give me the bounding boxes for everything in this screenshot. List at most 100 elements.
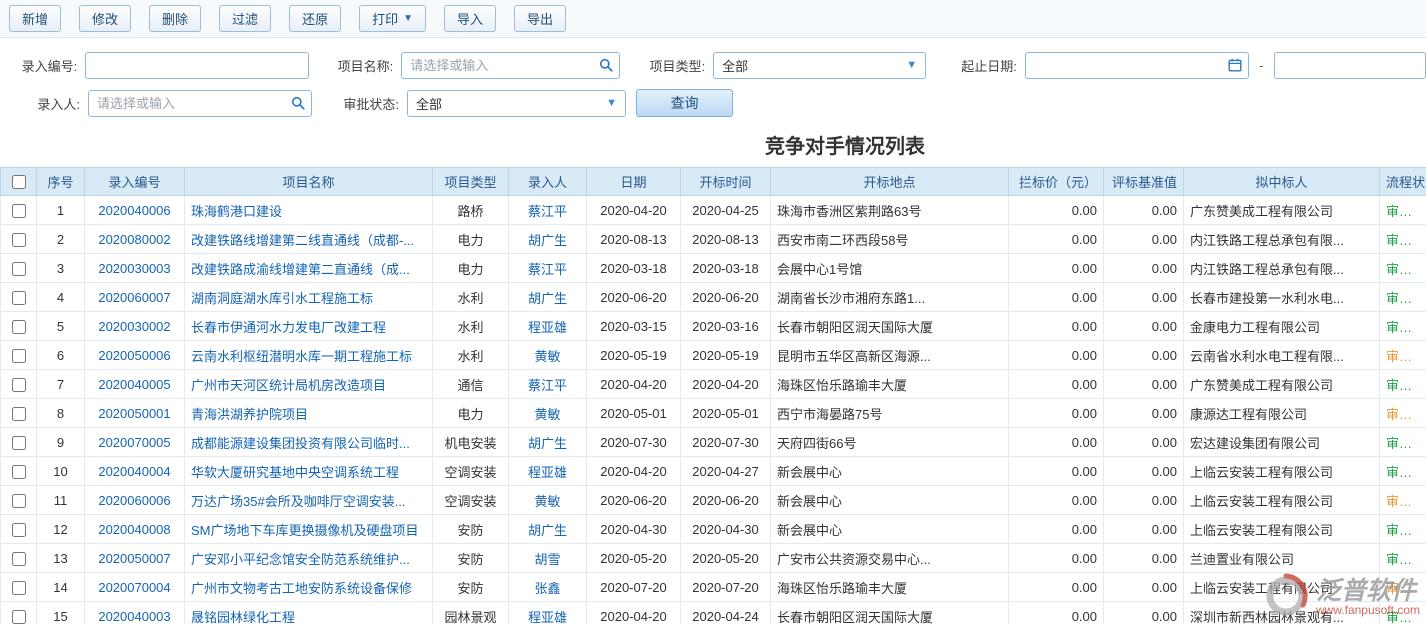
- project_name-link[interactable]: 广州市文物考古工地安防系统设备保修: [185, 573, 433, 602]
- search-icon[interactable]: [291, 96, 305, 110]
- row-checkbox[interactable]: [12, 494, 26, 508]
- proposed_winner-cell: 长春市建投第一水利水电...: [1184, 283, 1380, 312]
- entry_no-link[interactable]: 2020040006: [85, 196, 185, 225]
- row-checkbox[interactable]: [12, 610, 26, 624]
- entry_no-link[interactable]: 2020040005: [85, 370, 185, 399]
- row-checkbox[interactable]: [12, 436, 26, 450]
- project_name-link[interactable]: 万达广场35#会所及咖啡厅空调安装...: [185, 486, 433, 515]
- entry_person-link[interactable]: 程亚雄: [509, 312, 587, 341]
- row-checkbox[interactable]: [12, 204, 26, 218]
- date-start-input[interactable]: [1025, 52, 1249, 79]
- calendar-icon[interactable]: [1228, 58, 1242, 72]
- project_name-link[interactable]: 珠海鹤港口建设: [185, 196, 433, 225]
- row-checkbox-cell: [1, 370, 37, 399]
- entry_person-link[interactable]: 程亚雄: [509, 602, 587, 624]
- entry_no-link[interactable]: 2020070005: [85, 428, 185, 457]
- entry_person-link[interactable]: 胡雪: [509, 544, 587, 573]
- project_name-link[interactable]: 改建铁路成渝线增建第二直通线（成...: [185, 254, 433, 283]
- entry_no-link[interactable]: 2020070004: [85, 573, 185, 602]
- project-type-label: 项目类型:: [620, 56, 713, 75]
- entry_person-link[interactable]: 黄敏: [509, 486, 587, 515]
- entry_person-link[interactable]: 张鑫: [509, 573, 587, 602]
- row-checkbox[interactable]: [12, 291, 26, 305]
- row-checkbox[interactable]: [12, 581, 26, 595]
- entry_person-link[interactable]: 蔡江平: [509, 254, 587, 283]
- select-all-checkbox[interactable]: [12, 175, 26, 189]
- row-checkbox-cell: [1, 283, 37, 312]
- entry_no-link[interactable]: 2020050006: [85, 341, 185, 370]
- entry_no-link[interactable]: 2020060007: [85, 283, 185, 312]
- row-checkbox[interactable]: [12, 320, 26, 334]
- project_name-link[interactable]: 长春市伊通河水力发电厂改建工程: [185, 312, 433, 341]
- project_name-link[interactable]: 改建铁路线增建第二线直通线（成都-...: [185, 225, 433, 254]
- no-cell: 5: [37, 312, 85, 341]
- entry_person-link[interactable]: 黄敏: [509, 399, 587, 428]
- row-checkbox-cell: [1, 602, 37, 624]
- entry_person-link[interactable]: 黄敏: [509, 341, 587, 370]
- proposed_winner-cell: 深圳市新西林园林景观有...: [1184, 602, 1380, 624]
- entry_no-link[interactable]: 2020030002: [85, 312, 185, 341]
- entry_person-link[interactable]: 蔡江平: [509, 370, 587, 399]
- entry_person-link[interactable]: 蔡江平: [509, 196, 587, 225]
- bid_open_place-cell: 海珠区怡乐路瑜丰大厦: [771, 573, 1009, 602]
- import-button[interactable]: 导入: [444, 5, 496, 32]
- project_name-link[interactable]: 成都能源建设集团投资有限公司临时...: [185, 428, 433, 457]
- row-checkbox[interactable]: [12, 233, 26, 247]
- print-button[interactable]: 打印▼: [359, 5, 426, 32]
- entry_no-link[interactable]: 2020040003: [85, 602, 185, 624]
- add-button[interactable]: 新增: [9, 5, 61, 32]
- status-text: 审批通过: [1380, 312, 1426, 341]
- project_name-link[interactable]: 青海洪湖养护院项目: [185, 399, 433, 428]
- export-button[interactable]: 导出: [514, 5, 566, 32]
- delete-button[interactable]: 删除: [149, 5, 201, 32]
- row-checkbox[interactable]: [12, 407, 26, 421]
- edit-button[interactable]: 修改: [79, 5, 131, 32]
- row-checkbox[interactable]: [12, 262, 26, 276]
- table-row: 122020040008SM广场地下车库更换摄像机及硬盘项目安防胡广生2020-…: [1, 515, 1426, 544]
- project_name-link[interactable]: 晟铭园林绿化工程: [185, 602, 433, 624]
- bid_open_time-cell: 2020-06-20: [681, 486, 771, 515]
- row-checkbox[interactable]: [12, 378, 26, 392]
- entry_no-link[interactable]: 2020080002: [85, 225, 185, 254]
- date-cell: 2020-04-20: [587, 457, 681, 486]
- entry_person-link[interactable]: 胡广生: [509, 515, 587, 544]
- project_name-link[interactable]: 广州市天河区统计局机房改造项目: [185, 370, 433, 399]
- row-checkbox[interactable]: [12, 465, 26, 479]
- entry_no-link[interactable]: 2020050007: [85, 544, 185, 573]
- row-checkbox[interactable]: [12, 552, 26, 566]
- date-cell: 2020-03-18: [587, 254, 681, 283]
- entry_no-link[interactable]: 2020030003: [85, 254, 185, 283]
- filter-button[interactable]: 过滤: [219, 5, 271, 32]
- project-type-select[interactable]: 全部 ▼: [713, 52, 926, 79]
- entry_no-link[interactable]: 2020040008: [85, 515, 185, 544]
- entry_person-link[interactable]: 程亚雄: [509, 457, 587, 486]
- project_name-link[interactable]: 广安邓小平纪念馆安全防范系统维护...: [185, 544, 433, 573]
- entry_no-link[interactable]: 2020050001: [85, 399, 185, 428]
- project_name-link[interactable]: 云南水利枢纽潜明水库一期工程施工标: [185, 341, 433, 370]
- no-cell: 12: [37, 515, 85, 544]
- column-header-no: 序号: [37, 168, 85, 196]
- bid_open_time-cell: 2020-05-19: [681, 341, 771, 370]
- date-end-input[interactable]: [1274, 52, 1426, 79]
- project_name-link[interactable]: 湖南洞庭湖水库引水工程施工标: [185, 283, 433, 312]
- table-row: 42020060007湖南洞庭湖水库引水工程施工标水利胡广生2020-06-20…: [1, 283, 1426, 312]
- entry_person-link[interactable]: 胡广生: [509, 225, 587, 254]
- search-button[interactable]: 查询: [636, 89, 733, 117]
- row-checkbox[interactable]: [12, 349, 26, 363]
- entry-no-input[interactable]: [85, 52, 309, 79]
- entry_no-link[interactable]: 2020040004: [85, 457, 185, 486]
- approval-status-select[interactable]: 全部 ▼: [407, 90, 626, 117]
- project_type-cell: 水利: [433, 312, 509, 341]
- entry_no-link[interactable]: 2020060006: [85, 486, 185, 515]
- project_name-link[interactable]: SM广场地下车库更换摄像机及硬盘项目: [185, 515, 433, 544]
- row-checkbox[interactable]: [12, 523, 26, 537]
- project_name-link[interactable]: 华软大厦研究基地中央空调系统工程: [185, 457, 433, 486]
- entry_person-link[interactable]: 胡广生: [509, 283, 587, 312]
- entry-person-input[interactable]: [88, 90, 312, 117]
- proposed_winner-cell: 广东赞美成工程有限公司: [1184, 370, 1380, 399]
- project-name-input[interactable]: [401, 52, 620, 79]
- restore-button[interactable]: 还原: [289, 5, 341, 32]
- project_type-cell: 电力: [433, 225, 509, 254]
- search-icon[interactable]: [599, 58, 613, 72]
- entry_person-link[interactable]: 胡广生: [509, 428, 587, 457]
